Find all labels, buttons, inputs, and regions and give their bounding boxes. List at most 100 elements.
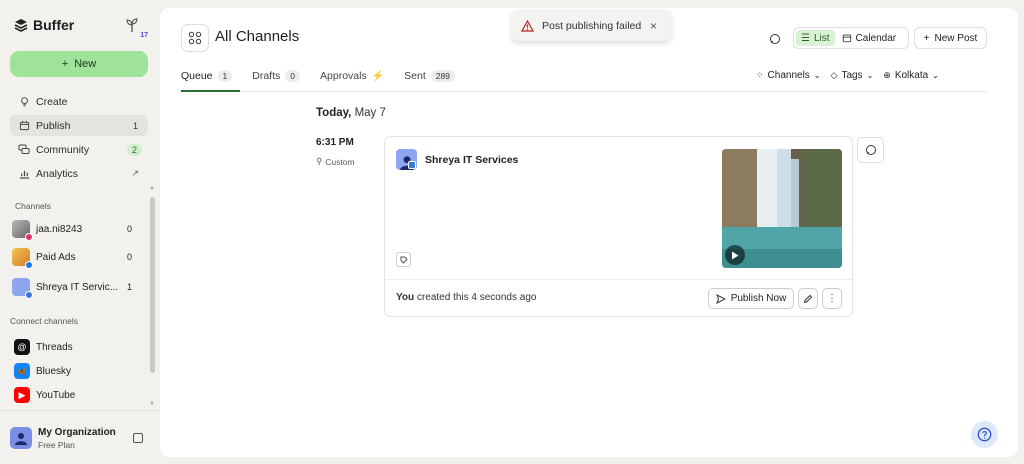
channel-avatar [12,220,33,241]
sprout-button[interactable]: 17 [124,17,148,39]
comment-button[interactable] [857,137,884,163]
list-view-button[interactable]: ☰ List [796,30,835,46]
sidebar: Buffer 17 + New Create Publish 1 Communi… [0,0,160,464]
threads-icon: @ [14,339,30,355]
buffer-logo-icon [14,19,28,32]
nav-item-create[interactable]: Create [10,91,148,112]
date-rest: May 7 [354,107,386,119]
footer-text: created this 4 seconds ago [416,292,537,303]
channel-avatar [12,248,33,269]
warning-icon [521,19,534,32]
grid-icon: ⁘ [756,69,764,80]
channel-item[interactable]: Shreya IT Servic... 1 [12,276,138,299]
tab-sent[interactable]: Sent 289 [404,66,455,86]
external-link-icon: ↗ [131,168,139,178]
filter-label: Tags [841,69,863,81]
connect-label: YouTube [36,389,76,401]
channel-count: 0 [126,224,132,234]
org-plan: Free Plan [38,439,75,450]
more-options-button[interactable]: ⋮ [822,288,842,309]
tab-label: Sent [404,70,426,82]
post-author: Shreya IT Services [425,153,519,166]
tags-filter[interactable]: ◇ Tags ⌄ [831,67,874,83]
post-footer-divider [385,279,852,280]
date-heading: Today, May 7 [316,107,386,119]
tag-icon [400,256,408,264]
date-today: Today, [316,107,352,119]
help-button[interactable] [971,421,998,448]
bulb-icon [18,96,30,108]
sprout-badge: 17 [140,32,148,39]
connect-youtube[interactable]: ▶ YouTube [14,386,75,404]
chat-icon [18,144,30,156]
sprout-icon [126,18,138,32]
queue-tabs: Queue 1 Drafts 0 Approvals ⚡ Sent 289 [181,66,475,92]
send-icon [715,293,726,304]
tab-queue[interactable]: Queue 1 [181,66,233,86]
channels-filter[interactable]: ⁘ Channels ⌄ [756,67,821,83]
calendar-icon [842,34,851,43]
nav-count: 2 [126,143,142,156]
channel-item[interactable]: jaa.ni8243 0 [12,218,138,241]
view-toggle: ☰ List Calendar [793,27,909,49]
calendar-view-button[interactable]: Calendar [837,30,902,46]
sidebar-scrollbar[interactable] [150,197,155,373]
channel-count: 1 [126,282,132,292]
scroll-down-icon[interactable]: ▼ [149,401,155,407]
connect-bluesky[interactable]: 🦋 Bluesky [14,362,71,380]
plus-icon: + [923,32,930,44]
nav-item-publish[interactable]: Publish 1 [10,115,148,136]
tab-drafts[interactable]: Drafts 0 [252,66,301,86]
tab-count: 289 [430,70,455,82]
connect-threads[interactable]: @ Threads [14,338,73,356]
scroll-up-icon[interactable]: ▲ [149,185,155,191]
play-icon[interactable] [725,245,745,265]
feedback-icon[interactable] [769,33,783,47]
nav-count: 1 [132,120,138,131]
channel-name: Paid Ads [36,251,76,263]
post-header: Shreya IT Services [396,149,518,170]
list-view-label: List [813,32,830,44]
tab-count: 0 [285,70,301,82]
channel-item[interactable]: Paid Ads 0 [12,246,138,269]
facebook-icon [25,261,33,269]
connect-label: Threads [36,341,73,353]
new-button[interactable]: + New [10,51,148,77]
close-icon[interactable]: × [650,19,657,33]
post-author-avatar [396,149,417,170]
page-title: All Channels [215,28,300,45]
collapse-sidebar-icon[interactable] [133,433,143,443]
post-media-thumbnail[interactable] [722,149,842,268]
new-post-label: New Post [934,32,978,44]
bluesky-icon: 🦋 [14,363,30,379]
time-sub-label: Custom [325,156,355,167]
footer-actor: You [396,292,415,303]
publish-now-button[interactable]: Publish Now [708,288,794,309]
comment-icon [865,145,876,155]
nav-item-community[interactable]: Community 2 [10,139,148,160]
filters-bar: ⁘ Channels ⌄ ◇ Tags ⌄ ⊕ Kolkata ⌄ [756,67,939,83]
nav-label: Analytics [36,167,79,180]
new-button-label: New [74,58,97,70]
chevron-down-icon: ⌄ [813,70,821,80]
new-post-button[interactable]: + New Post [914,27,987,49]
post-footer-text: You created this 4 seconds ago [396,292,536,303]
list-icon: ☰ [801,32,810,44]
active-tab-indicator [181,90,240,92]
brand-logo[interactable]: Buffer [14,17,74,33]
org-name: My Organization [38,426,116,438]
post-card[interactable]: Shreya IT Services You created this 4 se… [384,136,853,317]
instagram-icon [25,233,33,241]
organization-switcher[interactable]: My Organization Free Plan [10,423,150,453]
filter-label: Kolkata [894,69,929,81]
sidebar-divider [0,410,160,411]
lightning-icon: ⚡ [371,70,385,82]
tab-approvals[interactable]: Approvals ⚡ [320,66,384,86]
edit-post-button[interactable] [798,288,818,309]
pencil-icon [803,294,813,303]
timezone-filter[interactable]: ⊕ Kolkata ⌄ [883,67,939,83]
nav-item-analytics[interactable]: Analytics ↗ [10,163,148,184]
more-vertical-icon: ⋮ [827,293,837,304]
add-tag-button[interactable] [396,252,411,267]
post-time-type: ⚲ Custom [316,156,355,167]
